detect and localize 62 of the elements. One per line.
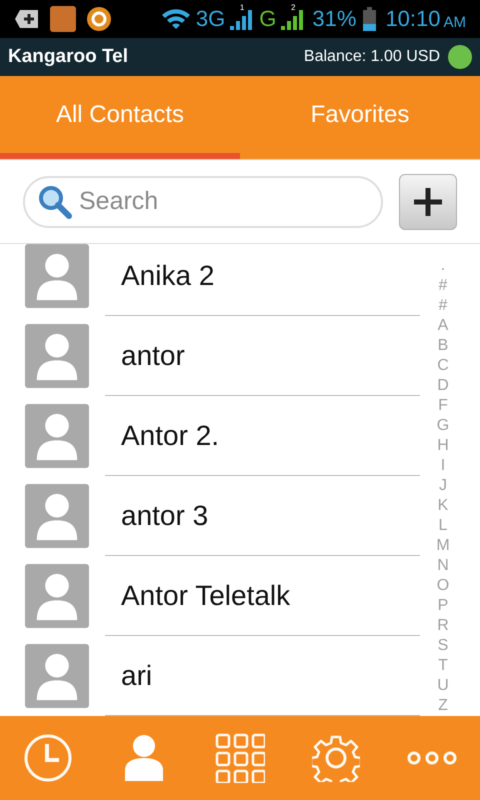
index-letter[interactable]: S bbox=[438, 636, 448, 656]
sim-number: 2 bbox=[290, 4, 296, 12]
plus-icon bbox=[412, 186, 444, 218]
avatar-icon bbox=[25, 484, 89, 548]
index-letter[interactable]: U bbox=[437, 676, 449, 696]
index-letter[interactable]: I bbox=[440, 456, 446, 476]
index-letter[interactable]: B bbox=[438, 336, 448, 356]
tab[interactable]: All Contacts bbox=[0, 76, 240, 159]
index-letter[interactable]: G bbox=[436, 416, 450, 436]
avatar-icon bbox=[25, 244, 89, 308]
index-letter[interactable]: K bbox=[438, 496, 448, 516]
wifi-icon bbox=[160, 8, 191, 30]
battery-icon bbox=[363, 7, 376, 31]
network-type: 3G bbox=[196, 8, 226, 30]
add-icon bbox=[14, 8, 40, 30]
app-title: Kangaroo Tel bbox=[8, 44, 128, 69]
app-icon bbox=[86, 6, 112, 32]
avatar-icon bbox=[25, 564, 89, 628]
settings-icon bbox=[312, 734, 360, 782]
index-letter[interactable]: # bbox=[438, 276, 448, 296]
contact-name: Antor Teletalk bbox=[121, 579, 290, 613]
add-button[interactable] bbox=[399, 174, 457, 230]
tab[interactable]: Favorites bbox=[240, 76, 480, 159]
search-icon bbox=[37, 184, 73, 220]
avatar-icon bbox=[25, 404, 89, 468]
contact-name: antor bbox=[121, 339, 185, 373]
index-letter[interactable]: F bbox=[438, 396, 448, 416]
network-type: G bbox=[259, 8, 276, 30]
index-letter[interactable]: . bbox=[440, 256, 446, 276]
clock-time: 10:10 bbox=[385, 8, 440, 30]
clock-icon bbox=[23, 733, 73, 783]
contact-name: ari bbox=[121, 659, 152, 693]
signal-icon bbox=[228, 8, 252, 30]
contact-name: Antor 2. bbox=[121, 419, 220, 453]
index-letter[interactable]: C bbox=[437, 356, 449, 376]
search-field[interactable]: Search bbox=[23, 176, 383, 228]
index-letter[interactable]: T bbox=[438, 656, 448, 676]
battery-percent: 31% bbox=[312, 8, 356, 30]
contact-name: antor 3 bbox=[121, 499, 208, 533]
index-letter[interactable]: M bbox=[436, 536, 450, 556]
contact-name: Anika 2 bbox=[121, 259, 214, 293]
app-icon bbox=[50, 6, 76, 32]
sim-number: 1 bbox=[240, 4, 244, 12]
index-letter[interactable]: L bbox=[438, 516, 448, 536]
more-icon bbox=[407, 751, 457, 765]
grid-icon bbox=[215, 733, 265, 783]
balance-label: Balance: 1.00 USD bbox=[304, 47, 440, 67]
clock-period: AM bbox=[444, 15, 466, 30]
index-letter[interactable]: # bbox=[438, 296, 448, 316]
index-letter[interactable]: O bbox=[436, 576, 450, 596]
avatar-icon bbox=[25, 644, 89, 708]
person-icon bbox=[123, 734, 165, 782]
index-letter[interactable]: D bbox=[437, 376, 449, 396]
signal-icon bbox=[279, 8, 304, 30]
index-letter[interactable]: N bbox=[437, 556, 449, 576]
index-letter[interactable]: A bbox=[438, 316, 448, 336]
index-letter[interactable]: R bbox=[437, 616, 449, 636]
index-letter[interactable]: P bbox=[438, 596, 448, 616]
index-letter[interactable]: Z bbox=[438, 696, 448, 716]
index-letter[interactable]: H bbox=[437, 436, 449, 456]
index-letter[interactable]: J bbox=[439, 476, 447, 496]
avatar-icon bbox=[25, 324, 89, 388]
